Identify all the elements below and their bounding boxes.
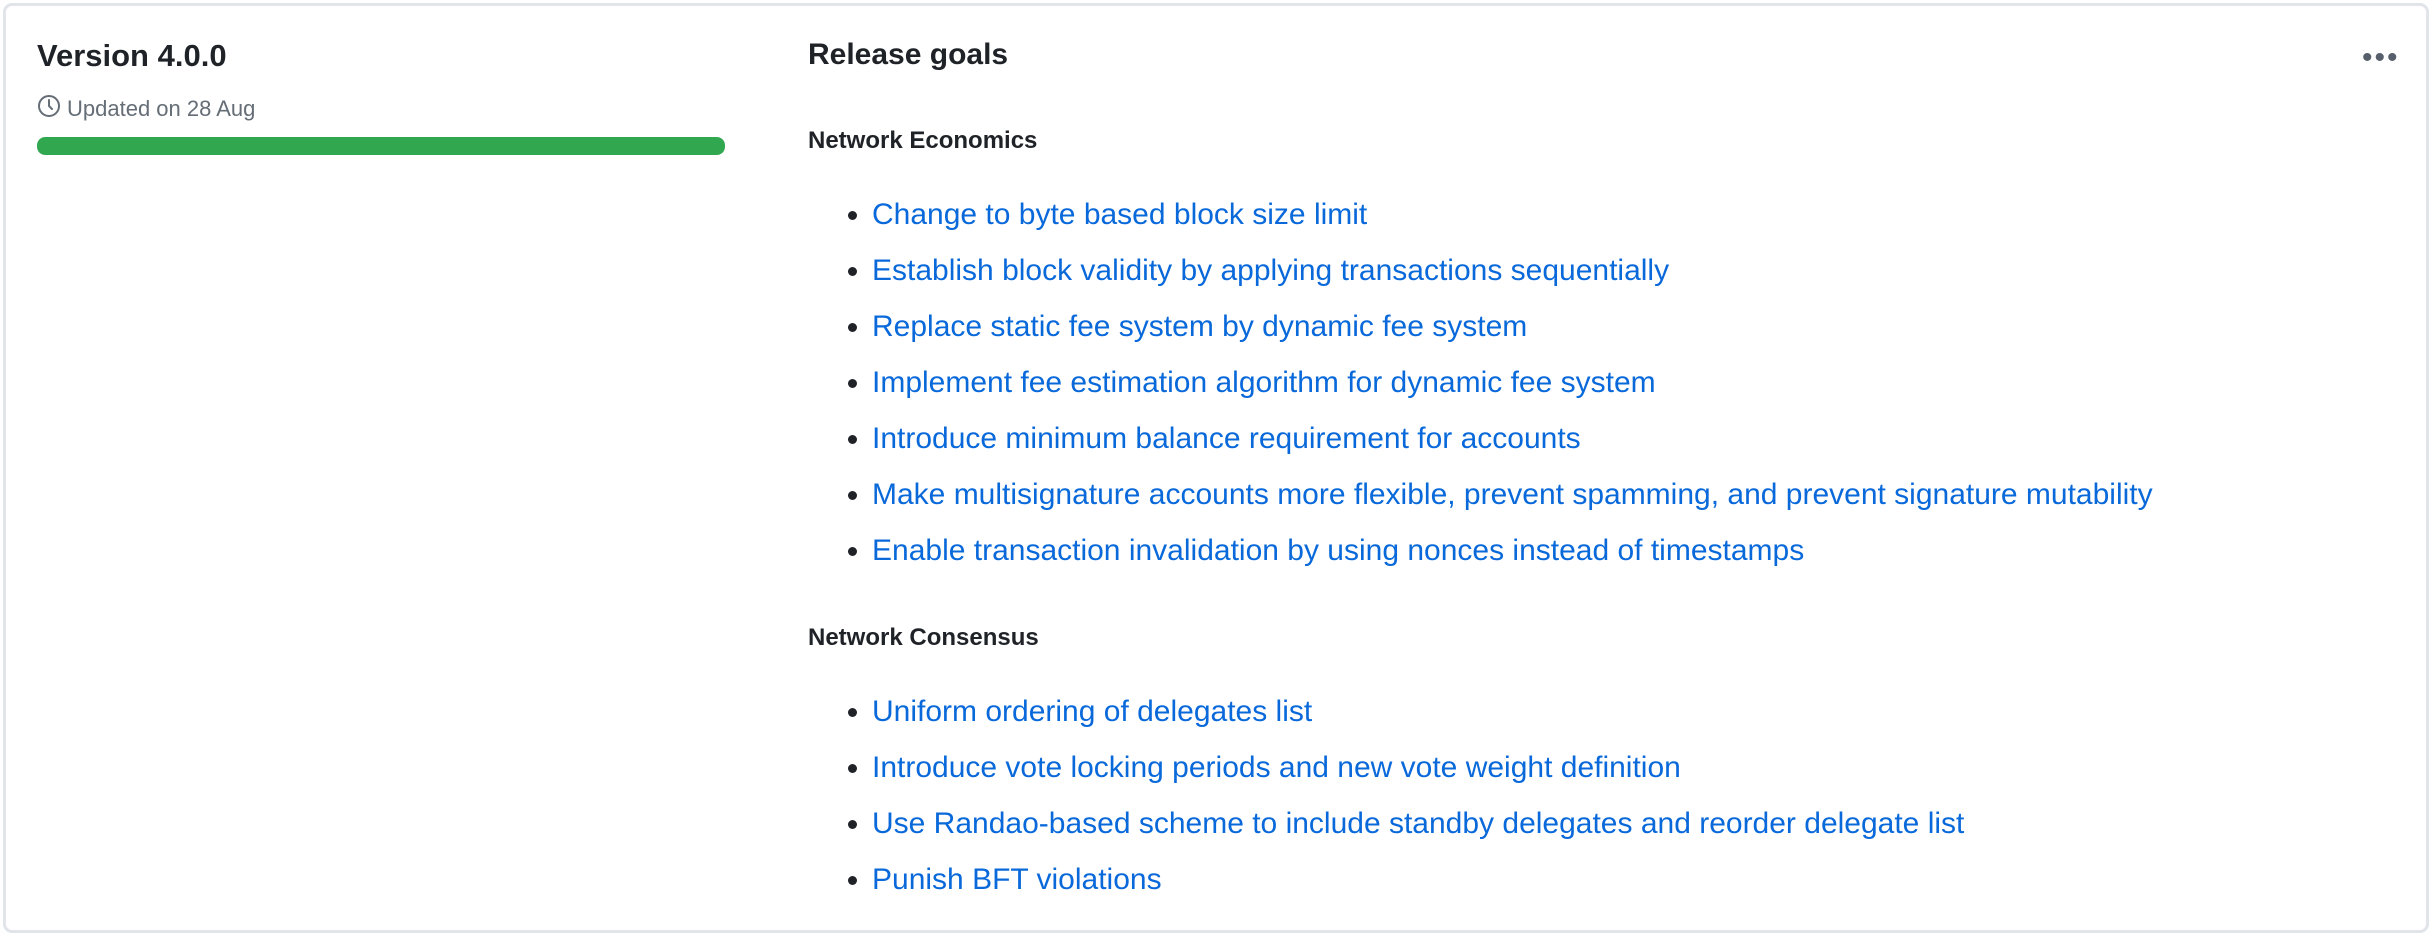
goal-link[interactable]: Change to byte based block size limit <box>872 198 1367 231</box>
list-item: Establish block validity by applying tra… <box>872 243 2153 299</box>
network-consensus-list: Uniform ordering of delegates list Intro… <box>808 684 1964 908</box>
section-heading-network-economics: Network Economics <box>808 127 1038 154</box>
list-item: Replace static fee system by dynamic fee… <box>872 299 2153 355</box>
milestone-title[interactable]: Version 4.0.0 <box>37 38 227 74</box>
goal-link[interactable]: Implement fee estimation algorithm for d… <box>872 366 1656 399</box>
network-economics-list: Change to byte based block size limit Es… <box>808 187 2153 579</box>
goal-link[interactable]: Introduce vote locking periods and new v… <box>872 751 1681 784</box>
goal-link[interactable]: Use Randao-based scheme to include stand… <box>872 807 1964 840</box>
goal-link[interactable]: Replace static fee system by dynamic fee… <box>872 310 1527 343</box>
list-item: Implement fee estimation algorithm for d… <box>872 355 2153 411</box>
list-item: Uniform ordering of delegates list <box>872 684 1964 740</box>
goal-link[interactable]: Make multisignature accounts more flexib… <box>872 478 2153 511</box>
clock-icon <box>37 94 61 124</box>
list-item: Punish BFT violations <box>872 852 1964 908</box>
progress-bar <box>37 137 725 155</box>
list-item: Use Randao-based scheme to include stand… <box>872 796 1964 852</box>
goal-link[interactable]: Punish BFT violations <box>872 863 1162 896</box>
goal-link[interactable]: Enable transaction invalidation by using… <box>872 534 1804 567</box>
list-item: Enable transaction invalidation by using… <box>872 523 2153 579</box>
goal-link[interactable]: Introduce minimum balance requirement fo… <box>872 422 1581 455</box>
list-item: Introduce vote locking periods and new v… <box>872 740 1964 796</box>
section-heading-network-consensus: Network Consensus <box>808 624 1039 651</box>
kebab-horizontal-icon[interactable]: ••• <box>2362 43 2400 73</box>
list-item: Change to byte based block size limit <box>872 187 2153 243</box>
goal-link[interactable]: Uniform ordering of delegates list <box>872 695 1312 728</box>
updated-info: Updated on 28 Aug <box>37 94 255 124</box>
list-item: Introduce minimum balance requirement fo… <box>872 411 2153 467</box>
updated-text: Updated on 28 Aug <box>67 96 256 121</box>
release-goals-heading: Release goals <box>808 38 1009 71</box>
goal-link[interactable]: Establish block validity by applying tra… <box>872 254 1669 287</box>
progress-fill <box>37 137 725 155</box>
list-item: Make multisignature accounts more flexib… <box>872 467 2153 523</box>
